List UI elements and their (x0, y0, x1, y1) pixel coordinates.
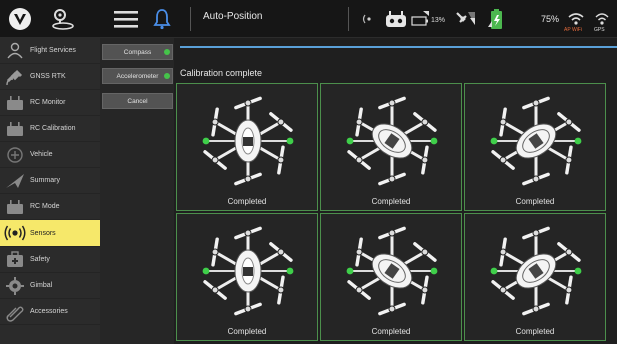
rc-monitor-icon (0, 90, 30, 116)
gps-satellite-icon[interactable] (452, 5, 480, 33)
vehicle-battery-icon[interactable] (485, 5, 507, 33)
sidebar-item-label: RC Mode (30, 203, 60, 210)
signal-radio-icon[interactable] (360, 5, 376, 33)
sidebar-item-vehicle[interactable]: Vehicle (0, 142, 100, 168)
gimbal-icon (0, 273, 30, 299)
sidebar-item-sensors[interactable]: Sensors (0, 220, 100, 247)
drone-orientation-icon (346, 96, 438, 186)
sidebar-item-gnss-rtk[interactable]: GNSS RTK (0, 64, 100, 90)
calibration-cell-1: Completed (176, 83, 318, 211)
calibration-cell-6: Completed (464, 213, 606, 341)
calibration-cell-2: Completed (320, 83, 462, 211)
toolbar-separator (348, 7, 349, 31)
sidebar-item-label: Safety (30, 256, 50, 263)
sidebar-item-label: Gimbal (30, 282, 53, 289)
gps-caption: GPS (594, 27, 605, 33)
safety-icon (0, 247, 30, 273)
compass-button[interactable]: Compass (102, 44, 173, 60)
cancel-button[interactable]: Cancel (102, 93, 173, 109)
rc-battery-icon[interactable] (410, 5, 432, 33)
drone-orientation-icon (202, 226, 294, 316)
sidebar-item-rc-calibration[interactable]: RC Calibration (0, 116, 100, 142)
wifi-caption: AP WiFi (564, 27, 582, 33)
calibration-cell-3: Completed (464, 83, 606, 211)
menu-icon[interactable] (111, 5, 141, 33)
cell-status-label: Completed (371, 327, 411, 336)
flight-services-icon (0, 38, 30, 64)
accelerometer-button-label: Accelerometer (116, 72, 159, 80)
flight-mode-selector[interactable]: Auto-Position (203, 11, 262, 22)
sidebar-item-label: Sensors (30, 229, 56, 237)
calibration-progress-bar (180, 46, 617, 48)
summary-icon (0, 168, 30, 194)
gnss-rtk-icon (0, 64, 30, 90)
sidebar-item-label: GNSS RTK (30, 73, 66, 80)
sensors-submenu: Compass Accelerometer Cancel (100, 38, 174, 344)
sidebar-item-summary[interactable]: Summary (0, 168, 100, 194)
sidebar-item-safety[interactable]: Safety (0, 247, 100, 273)
drone-orientation-icon (490, 96, 582, 186)
compass-status-dot (164, 49, 170, 55)
sidebar-item-label: Flight Services (30, 47, 76, 54)
sidebar-item-rc-monitor[interactable]: RC Monitor (0, 90, 100, 116)
rc-calibration-icon (0, 116, 30, 142)
sidebar-item-label: Accessories (30, 308, 68, 315)
sidebar-item-label: Summary (30, 177, 60, 184)
calibration-cell-5: Completed (320, 213, 462, 341)
sidebar-item-accessories[interactable]: Accessories (0, 299, 100, 325)
rc-mode-icon (0, 194, 30, 220)
calibration-cell-4: Completed (176, 213, 318, 341)
sidebar-item-rc-mode[interactable]: RC Mode (0, 194, 100, 220)
sidebar-item-label: RC Monitor (30, 99, 66, 106)
calibration-status-text: Calibration complete (180, 68, 263, 78)
vehicle-battery-percent: 75% (541, 14, 560, 24)
sidebar-item-gimbal[interactable]: Gimbal (0, 273, 100, 299)
notification-bell-icon[interactable] (150, 5, 174, 33)
drone-orientation-icon (346, 226, 438, 316)
calibration-panel: Calibration complete Completed Completed… (174, 38, 617, 344)
sidebar-item-flight-services[interactable]: Flight Services (0, 38, 100, 64)
drone-orientation-icon (490, 226, 582, 316)
app-window: Auto-Position 13% 75% AP WiFi GPS Flight… (0, 0, 617, 344)
rc-battery-percent: 13% (431, 17, 446, 24)
settings-sidebar: Flight Services GNSS RTK RC Monitor RC C… (0, 38, 100, 344)
accelerometer-button[interactable]: Accelerometer (102, 68, 173, 84)
accessories-icon (0, 299, 30, 325)
cell-status-label: Completed (515, 197, 555, 206)
drone-orientation-icon (202, 96, 294, 186)
cell-status-label: Completed (371, 197, 411, 206)
cancel-button-label: Cancel (127, 97, 148, 105)
top-toolbar: Auto-Position 13% 75% AP WiFi GPS (0, 0, 617, 38)
sidebar-item-label: RC Calibration (30, 125, 76, 132)
cell-status-label: Completed (515, 327, 555, 336)
plan-location-icon[interactable] (48, 5, 78, 33)
toolbar-separator (190, 7, 191, 31)
vehicle-icon (0, 142, 30, 168)
remote-controller-icon[interactable] (383, 5, 409, 33)
cell-status-label: Completed (227, 327, 267, 336)
accelerometer-status-dot (164, 73, 170, 79)
cell-status-label: Completed (227, 197, 267, 206)
sidebar-item-label: Vehicle (30, 151, 53, 158)
logo-icon[interactable] (6, 5, 34, 33)
compass-button-label: Compass (123, 48, 152, 56)
sensors-icon (0, 220, 30, 246)
